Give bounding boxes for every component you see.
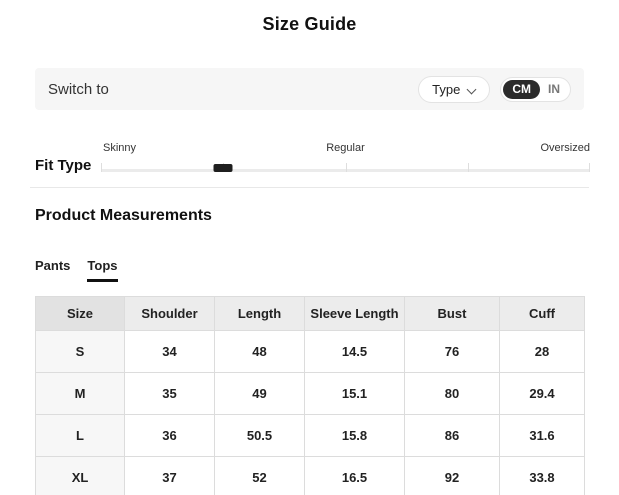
product-measurements-title: Product Measurements [35,207,212,224]
value-cell: 29.4 [499,372,585,415]
value-cell: 14.5 [304,330,405,373]
value-cell: 15.1 [304,372,405,415]
measurement-tabs: Pants Tops [35,258,584,282]
size-cell: L [35,414,125,457]
value-cell: 49 [214,372,305,415]
fit-option-oversized: Oversized [540,142,590,154]
value-cell: 37 [124,456,215,495]
size-cell: S [35,330,125,373]
type-dropdown-label: Type [432,81,461,97]
value-cell: 36 [124,414,215,457]
fit-type-label: Fit Type [35,157,92,174]
fit-type-section: Fit Type Skinny Regular Oversized [35,142,590,174]
slider-tick [467,163,469,172]
table-header-row: Size Shoulder Length Sleeve Length Bust … [35,296,585,331]
fit-type-track[interactable] [101,163,590,172]
size-cell: XL [35,456,125,495]
column-header-sleeve-length: Sleeve Length [304,296,405,331]
chevron-down-icon [467,83,476,92]
value-cell: 52 [214,456,305,495]
table-row: M 35 49 15.1 80 29.4 [35,372,585,415]
unit-toggle[interactable]: CM IN [500,76,571,102]
column-header-shoulder: Shoulder [124,296,215,331]
value-cell: 80 [404,372,500,415]
column-header-cuff: Cuff [499,296,585,331]
value-cell: 16.5 [304,456,405,495]
column-header-size: Size [35,296,125,331]
slider-tick [345,163,347,172]
slider-tick [101,163,102,172]
switch-to-label: Switch to [48,80,109,98]
switch-controls: Type CM IN [418,75,571,103]
value-cell: 86 [404,414,500,457]
table-row: XL 37 52 16.5 92 33.8 [35,456,585,495]
unit-option-cm[interactable]: CM [503,79,540,99]
value-cell: 15.8 [304,414,405,457]
tab-tops[interactable]: Tops [87,258,118,282]
value-cell: 76 [404,330,500,373]
unit-option-in[interactable]: IN [540,80,568,99]
value-cell: 48 [214,330,305,373]
value-cell: 28 [499,330,585,373]
value-cell: 50.5 [214,414,305,457]
fit-type-options: Skinny Regular Oversized [101,142,590,156]
measurements-table: Size Shoulder Length Sleeve Length Bust … [35,296,585,495]
size-guide-dialog: Size Guide Switch to Type CM IN Fit Type… [0,14,619,495]
fit-option-skinny: Skinny [103,142,137,154]
section-divider [30,187,589,188]
size-cell: M [35,372,125,415]
fit-type-handle[interactable] [213,164,233,172]
switch-bar: Switch to Type CM IN [35,68,584,110]
value-cell: 35 [124,372,215,415]
table-row: S 34 48 14.5 76 28 [35,330,585,373]
fit-option-regular: Regular [326,142,365,154]
column-header-length: Length [214,296,305,331]
value-cell: 34 [124,330,215,373]
type-dropdown-button[interactable]: Type [418,75,491,103]
table-row: L 36 50.5 15.8 86 31.6 [35,414,585,457]
value-cell: 33.8 [499,456,585,495]
page-title: Size Guide [262,14,357,34]
value-cell: 92 [404,456,500,495]
slider-tick [589,163,590,172]
tab-pants[interactable]: Pants [35,258,70,282]
value-cell: 31.6 [499,414,585,457]
column-header-bust: Bust [404,296,500,331]
fit-type-slider[interactable]: Skinny Regular Oversized [101,142,590,172]
